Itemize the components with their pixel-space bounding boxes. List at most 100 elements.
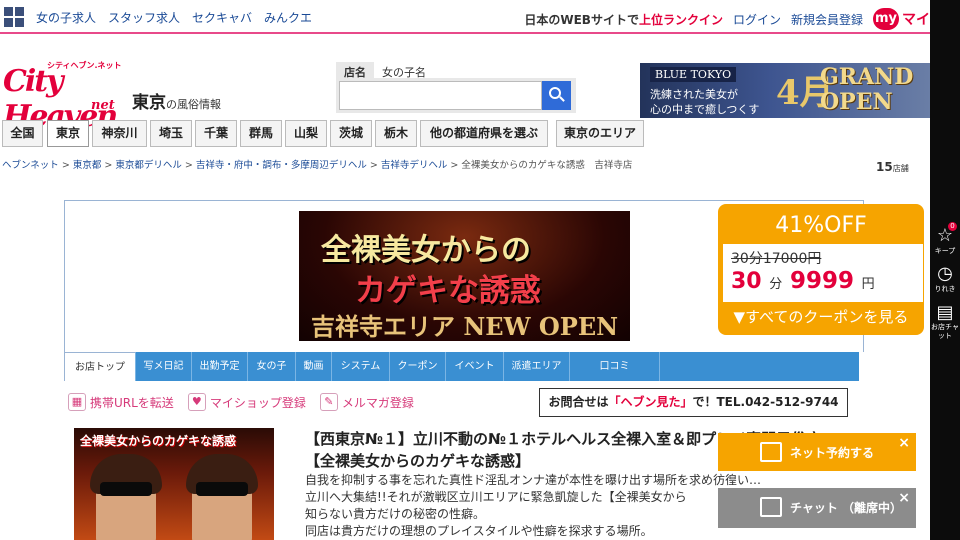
shop-chat-button[interactable]: ▤ お店チャット bbox=[930, 303, 960, 341]
model-image-left bbox=[90, 454, 162, 540]
blue-tokyo-banner[interactable]: BLUE TOKYO 洗練された美女が 心の中まで癒しつくす 4月 GRAND … bbox=[640, 63, 930, 118]
calendar-icon bbox=[760, 442, 782, 462]
heart-icon: ♥ bbox=[187, 393, 206, 411]
area-name: 東京 bbox=[132, 93, 166, 113]
ranking-highlight: 上位ランクイン bbox=[638, 12, 723, 27]
shop-chat-label: お店チャット bbox=[931, 323, 959, 340]
mailmag-register-link[interactable]: ✎ メルマガ登録 bbox=[319, 393, 414, 411]
all-coupons-link[interactable]: ▼すべてのクーポンを見る bbox=[718, 306, 924, 327]
coupon-price: 9999 bbox=[789, 268, 854, 294]
myshop-register-label: マイショップ登録 bbox=[209, 395, 306, 410]
contact-prefix: お問合せは bbox=[548, 395, 609, 409]
pref-tab-saitama[interactable]: 埼玉 bbox=[150, 120, 192, 147]
area-suffix: の風俗情報 bbox=[166, 98, 221, 111]
coupon-box[interactable]: 41%OFF 30分17000円 30 分 9999 円 ▼すべてのクーポンを見… bbox=[718, 204, 924, 335]
my-label: マイ bbox=[902, 12, 930, 28]
clock-icon: ◷ bbox=[937, 263, 953, 284]
shop-tab-schedule[interactable]: 出勤予定 bbox=[192, 352, 248, 381]
shop-tab-coupon[interactable]: クーポン bbox=[390, 352, 446, 381]
coupon-price-panel: 30分17000円 30 分 9999 円 bbox=[723, 244, 923, 302]
net-reserve-button[interactable]: ネット予約する × bbox=[718, 433, 916, 471]
shop-tab-diary[interactable]: 写メ日記 bbox=[136, 352, 192, 381]
contact-highlight: 「ヘブン見た」 bbox=[608, 395, 693, 409]
chat-bubble-icon bbox=[760, 497, 782, 517]
pref-tab-other[interactable]: 他の都道府県を選ぶ bbox=[420, 120, 548, 147]
shop-tab-system[interactable]: システム bbox=[332, 352, 390, 381]
search-box bbox=[336, 78, 576, 113]
keep-button[interactable]: ☆ キープ bbox=[930, 226, 960, 256]
top-link-jobs-girls[interactable]: 女の子求人 bbox=[36, 9, 96, 26]
myshop-register-link[interactable]: ♥ マイショップ登録 bbox=[187, 393, 306, 411]
send-mobile-url-link[interactable]: ▦ 携帯URLを転送 bbox=[68, 393, 174, 411]
grid-menu-icon[interactable] bbox=[4, 7, 24, 27]
banner-line2: 心の中まで癒しつくす bbox=[650, 103, 760, 116]
breadcrumb-item[interactable]: ヘブンネット bbox=[2, 160, 59, 171]
top-link-minkue[interactable]: みんクエ bbox=[264, 9, 312, 26]
shop-tab-video[interactable]: 動画 bbox=[296, 352, 332, 381]
search-icon-handle bbox=[559, 96, 565, 102]
history-button[interactable]: ◷ りれき bbox=[930, 264, 960, 294]
breadcrumb-item[interactable]: 東京都デリヘル bbox=[115, 160, 182, 171]
pref-tab-tochigi[interactable]: 栃木 bbox=[375, 120, 417, 147]
coupon-old-price: 30分17000円 bbox=[731, 251, 822, 267]
shop-count: 15店舗 bbox=[876, 160, 909, 174]
history-label: りれき bbox=[934, 285, 956, 293]
mailmag-register-label: メルマガ登録 bbox=[341, 395, 414, 410]
coupon-new-price: 30 分 9999 円 bbox=[731, 268, 875, 294]
login-link[interactable]: ログイン bbox=[733, 11, 781, 28]
breadcrumb: ヘブンネット > 東京都 > 東京都デリヘル > 吉祥寺・府中・調布・多摩周辺デ… bbox=[2, 160, 633, 171]
pref-tab-kanagawa[interactable]: 神奈川 bbox=[92, 120, 147, 147]
page: 女の子求人 スタッフ求人 セクキャバ みんクエ 日本のWEBサイトで上位ランクイ… bbox=[0, 0, 960, 540]
close-icon[interactable]: × bbox=[898, 435, 910, 451]
pref-tab-all[interactable]: 全国 bbox=[2, 120, 43, 147]
coupon-minutes-unit: 分 bbox=[769, 277, 783, 292]
ranking-prefix: 日本のWEBサイトで bbox=[524, 12, 639, 27]
shop-banner-line1: 全裸美女からの bbox=[321, 233, 531, 268]
close-icon[interactable]: × bbox=[898, 490, 910, 506]
coupon-yen: 円 bbox=[861, 277, 875, 292]
net-reserve-label: ネット予約する bbox=[790, 446, 875, 460]
shop-tab-top[interactable]: お店トップ bbox=[64, 352, 136, 381]
right-side-strip: ☆ キープ 0 ◷ りれき ▤ お店チャット bbox=[930, 0, 960, 540]
my-page-button[interactable]: my マイ bbox=[873, 8, 930, 30]
search-input[interactable] bbox=[339, 81, 542, 110]
shop-thumbnail[interactable]: 全裸美女からのカゲキな誘惑 bbox=[74, 428, 274, 540]
breadcrumb-item[interactable]: 東京都 bbox=[73, 160, 102, 171]
banner-brand: BLUE TOKYO bbox=[650, 67, 737, 82]
pref-tab-tokyo[interactable]: 東京 bbox=[47, 120, 89, 147]
shop-count-unit: 店舗 bbox=[892, 164, 909, 173]
model-image-right bbox=[186, 454, 258, 540]
search-tab-shop[interactable]: 店名 bbox=[336, 62, 374, 79]
pref-tab-gunma[interactable]: 群馬 bbox=[240, 120, 282, 147]
shop-tabs: お店トップ 写メ日記 出勤予定 女の子 動画 システム クーポン イベント 派遣… bbox=[64, 352, 859, 381]
shop-tab-event[interactable]: イベント bbox=[446, 352, 504, 381]
tokyo-area-button[interactable]: 東京のエリア bbox=[556, 120, 644, 147]
pref-tab-chiba[interactable]: 千葉 bbox=[195, 120, 237, 147]
cityheaven-logo[interactable]: シティヘブン.ネット City Heaven net bbox=[3, 60, 129, 134]
chat-icon: ▤ bbox=[936, 302, 954, 323]
pencil-icon: ✎ bbox=[319, 393, 338, 411]
shop-banner[interactable]: 全裸美女からの カゲキな誘惑 吉祥寺エリア NEW OPEN bbox=[299, 211, 630, 341]
shop-description-line: 自我を抑制する事を忘れた真性ド淫乱オンナ達が本性を曝け出す場所を求め彷徨い… bbox=[305, 473, 762, 487]
shop-banner-line2: カゲキな誘惑 bbox=[355, 273, 541, 309]
top-link-jobs-staff[interactable]: スタッフ求人 bbox=[108, 9, 180, 26]
shop-tab-reviews[interactable]: 口コミ bbox=[570, 352, 660, 381]
keep-label: キープ bbox=[934, 247, 956, 255]
shop-tab-area[interactable]: 派遣エリア bbox=[504, 352, 570, 381]
keep-count-badge: 0 bbox=[948, 222, 957, 231]
shop-thumbnail-title: 全裸美女からのカゲキな誘惑 bbox=[80, 434, 237, 448]
banner-grand-open: GRAND OPEN bbox=[820, 64, 914, 115]
register-link[interactable]: 新規会員登録 bbox=[791, 11, 863, 28]
breadcrumb-item[interactable]: 吉祥寺・府中・調布・多摩周辺デリヘル bbox=[196, 160, 367, 171]
contact-phone[interactable]: お問合せは「ヘブン見た」で！TEL.042-512-9744 bbox=[539, 388, 848, 417]
search-tab-girl[interactable]: 女の子名 bbox=[374, 62, 434, 79]
breadcrumb-item[interactable]: 吉祥寺デリヘル bbox=[381, 160, 448, 171]
shop-tab-girls[interactable]: 女の子 bbox=[248, 352, 296, 381]
top-link-sekukyaba[interactable]: セクキャバ bbox=[192, 9, 252, 26]
pref-tab-yamanashi[interactable]: 山梨 bbox=[285, 120, 327, 147]
search-button[interactable] bbox=[542, 81, 571, 110]
chat-button[interactable]: チャット （離席中） × bbox=[718, 488, 916, 528]
coupon-minutes: 30 bbox=[731, 269, 762, 294]
pref-tab-ibaraki[interactable]: 茨城 bbox=[330, 120, 372, 147]
top-links: 女の子求人 スタッフ求人 セクキャバ みんクエ bbox=[36, 9, 312, 26]
